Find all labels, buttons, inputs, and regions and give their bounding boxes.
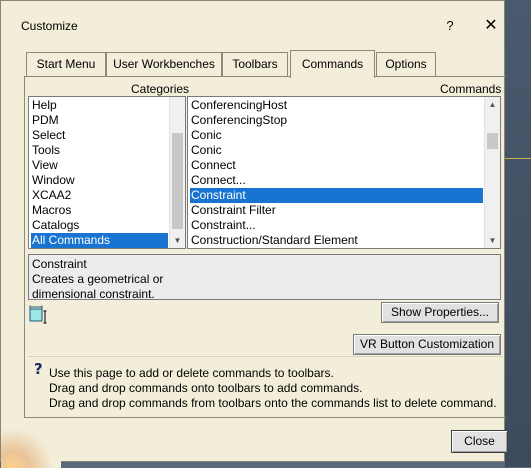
command-item[interactable]: Connect... <box>190 173 483 188</box>
customize-dialog: Customize ? ✕ Start Menu User Workbenche… <box>0 0 508 468</box>
category-item[interactable]: Select <box>31 128 170 143</box>
categories-label: Categories <box>131 82 190 96</box>
categories-list[interactable]: Help PDM Select Tools View Window XCAA2 … <box>28 96 186 249</box>
category-item[interactable]: Catalogs <box>31 218 170 233</box>
command-item[interactable]: Conic <box>190 143 483 158</box>
commands-label: Commands <box>440 82 502 96</box>
info-line: Drag and drop commands onto toolbars to … <box>49 381 363 395</box>
constraint-icon <box>29 305 47 324</box>
info-line: Use this page to add or delete commands … <box>49 366 334 380</box>
category-item[interactable]: XCAA2 <box>31 188 170 203</box>
category-item[interactable]: PDM <box>31 113 170 128</box>
command-item[interactable]: ConferencingStop <box>190 113 483 128</box>
tab-commands[interactable]: Commands <box>290 50 375 78</box>
tab-user-workbenches[interactable]: User Workbenches <box>106 52 222 76</box>
category-item[interactable]: Window <box>31 173 170 188</box>
description-line: Creates a geometrical or <box>32 272 164 286</box>
command-item[interactable]: Conic <box>190 128 483 143</box>
desktop-line <box>505 158 531 159</box>
commands-scrollbar[interactable]: ▲ ▼ <box>484 97 500 248</box>
close-button[interactable]: Close <box>451 430 508 453</box>
info-line: Drag and drop commands from toolbars ont… <box>49 396 497 410</box>
category-item[interactable]: View <box>31 158 170 173</box>
close-window-button[interactable]: ✕ <box>478 13 504 39</box>
scroll-thumb[interactable] <box>487 133 498 149</box>
category-item[interactable]: Macros <box>31 203 170 218</box>
titlebar: Customize ? ✕ <box>1 1 504 51</box>
scroll-thumb[interactable] <box>172 133 183 229</box>
window-title: Customize <box>21 19 78 33</box>
command-item[interactable]: Connect <box>190 158 483 173</box>
desktop-background <box>505 0 531 467</box>
question-icon: ? <box>34 360 43 378</box>
scroll-down-arrow-icon[interactable]: ▼ <box>170 233 185 248</box>
category-item-selected[interactable]: All Commands <box>31 233 168 248</box>
tab-options[interactable]: Options <box>376 52 436 76</box>
commands-list[interactable]: ConferencingHost ConferencingStop Conic … <box>187 96 501 249</box>
category-item[interactable]: Tools <box>31 143 170 158</box>
category-item[interactable]: Help <box>31 98 170 113</box>
vr-button-customization-button[interactable]: VR Button Customization <box>353 334 501 355</box>
decorative-corner <box>1 421 61 468</box>
command-item[interactable]: Constraint Filter <box>190 203 483 218</box>
command-item[interactable]: ConferencingHost <box>190 98 483 113</box>
description-title: Constraint <box>32 257 87 271</box>
command-item[interactable]: Construction/Standard Element <box>190 233 483 248</box>
tab-start-menu[interactable]: Start Menu <box>26 52 106 76</box>
help-button[interactable]: ? <box>437 13 463 39</box>
categories-scrollbar[interactable]: ▼ <box>169 97 185 248</box>
info-area: ? Use this page to add or delete command… <box>28 356 503 415</box>
command-item[interactable]: Constraint... <box>190 218 483 233</box>
command-description: Constraint Creates a geometrical or dime… <box>28 254 501 301</box>
command-item-selected[interactable]: Constraint <box>190 188 483 203</box>
scroll-up-arrow-icon[interactable]: ▲ <box>485 97 500 112</box>
tab-toolbars[interactable]: Toolbars <box>222 52 288 76</box>
description-line: dimensional constraint. <box>32 287 155 301</box>
show-properties-button[interactable]: Show Properties... <box>381 302 499 323</box>
scroll-down-arrow-icon[interactable]: ▼ <box>485 233 500 248</box>
